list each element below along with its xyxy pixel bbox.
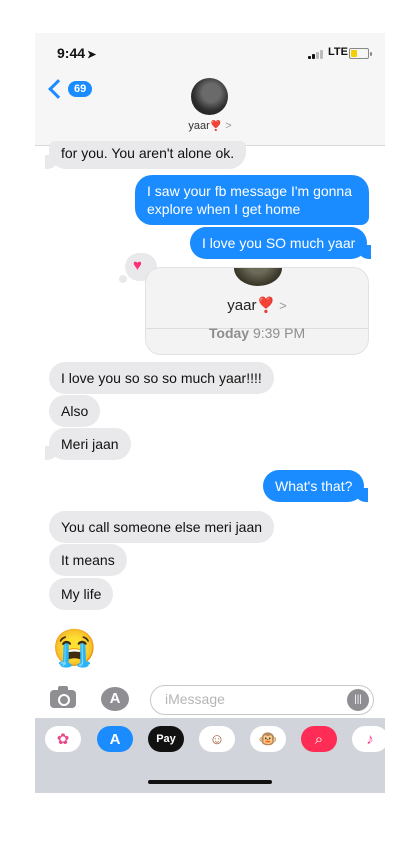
- location-icon: ➤: [87, 49, 97, 61]
- message-received[interactable]: You call someone else meri jaan: [49, 511, 275, 543]
- chevron-right-icon: >: [225, 120, 232, 132]
- app-store-icon[interactable]: A: [97, 726, 133, 752]
- unread-count-badge: 69: [68, 81, 93, 97]
- input-bar: A |||: [35, 678, 385, 718]
- contact-name-button[interactable]: yaar❣️ >: [35, 120, 385, 132]
- message-received[interactable]: Meri jaan: [45, 428, 131, 460]
- message-received[interactable]: Also: [49, 395, 101, 427]
- contact-name: yaar: [188, 120, 210, 132]
- heart-exclamation-icon: ❣️: [209, 121, 223, 132]
- chevron-left-icon: [48, 79, 68, 99]
- home-indicator[interactable]: [148, 780, 272, 784]
- battery-icon: [349, 48, 372, 59]
- camera-icon[interactable]: [50, 686, 76, 708]
- app-drawer: ✿ A Pay ☺ 🐵 ⌕ ♪: [35, 718, 385, 793]
- emoji-message[interactable]: 😭: [52, 627, 97, 669]
- message-received[interactable]: I love you so so so much yaar!!!!: [49, 362, 274, 394]
- photos-app-icon[interactable]: ✿: [45, 726, 81, 752]
- message-received[interactable]: for you. You aren't alone ok.: [44, 141, 247, 169]
- search-images-icon[interactable]: ⌕: [301, 726, 337, 752]
- memoji-icon[interactable]: ☺: [199, 726, 235, 752]
- app-store-icon[interactable]: A: [101, 687, 129, 711]
- card-contact-name: yaar❣️ >: [227, 297, 287, 314]
- apple-pay-icon[interactable]: Pay: [148, 726, 184, 752]
- signal-icon: [308, 50, 323, 59]
- card-avatar: [234, 268, 282, 286]
- status-bar: 9:44 ➤ LTE: [35, 33, 385, 73]
- contact-avatar[interactable]: [191, 78, 228, 115]
- message-field[interactable]: |||: [150, 685, 374, 715]
- card-timestamp: Today 9:39 PM: [208, 325, 306, 341]
- message-sent[interactable]: I love you SO much yaar: [190, 227, 372, 259]
- conversation-header: 69 yaar❣️ >: [35, 73, 385, 146]
- music-icon[interactable]: ♪: [352, 726, 385, 752]
- message-sent[interactable]: What's that?: [263, 470, 369, 502]
- imessage-input[interactable]: [163, 690, 337, 708]
- messages-screen: 9:44 ➤ LTE 69 yaar❣️ > for you. You aren't…: [35, 33, 385, 793]
- shared-contact-card[interactable]: yaar❣️ > Today 9:39 PM: [145, 267, 369, 355]
- back-button[interactable]: 69: [47, 79, 93, 99]
- message-sent[interactable]: I saw your fb message I'm gonna explore w…: [135, 175, 369, 225]
- network-label: LTE: [328, 46, 348, 58]
- status-time: 9:44 ➤: [57, 45, 97, 61]
- animoji-monkey-icon[interactable]: 🐵: [250, 726, 286, 752]
- audio-record-icon[interactable]: |||: [347, 689, 369, 711]
- heart-icon: ♥: [133, 257, 142, 274]
- message-received[interactable]: My life: [49, 578, 114, 610]
- message-received[interactable]: It means: [49, 544, 127, 576]
